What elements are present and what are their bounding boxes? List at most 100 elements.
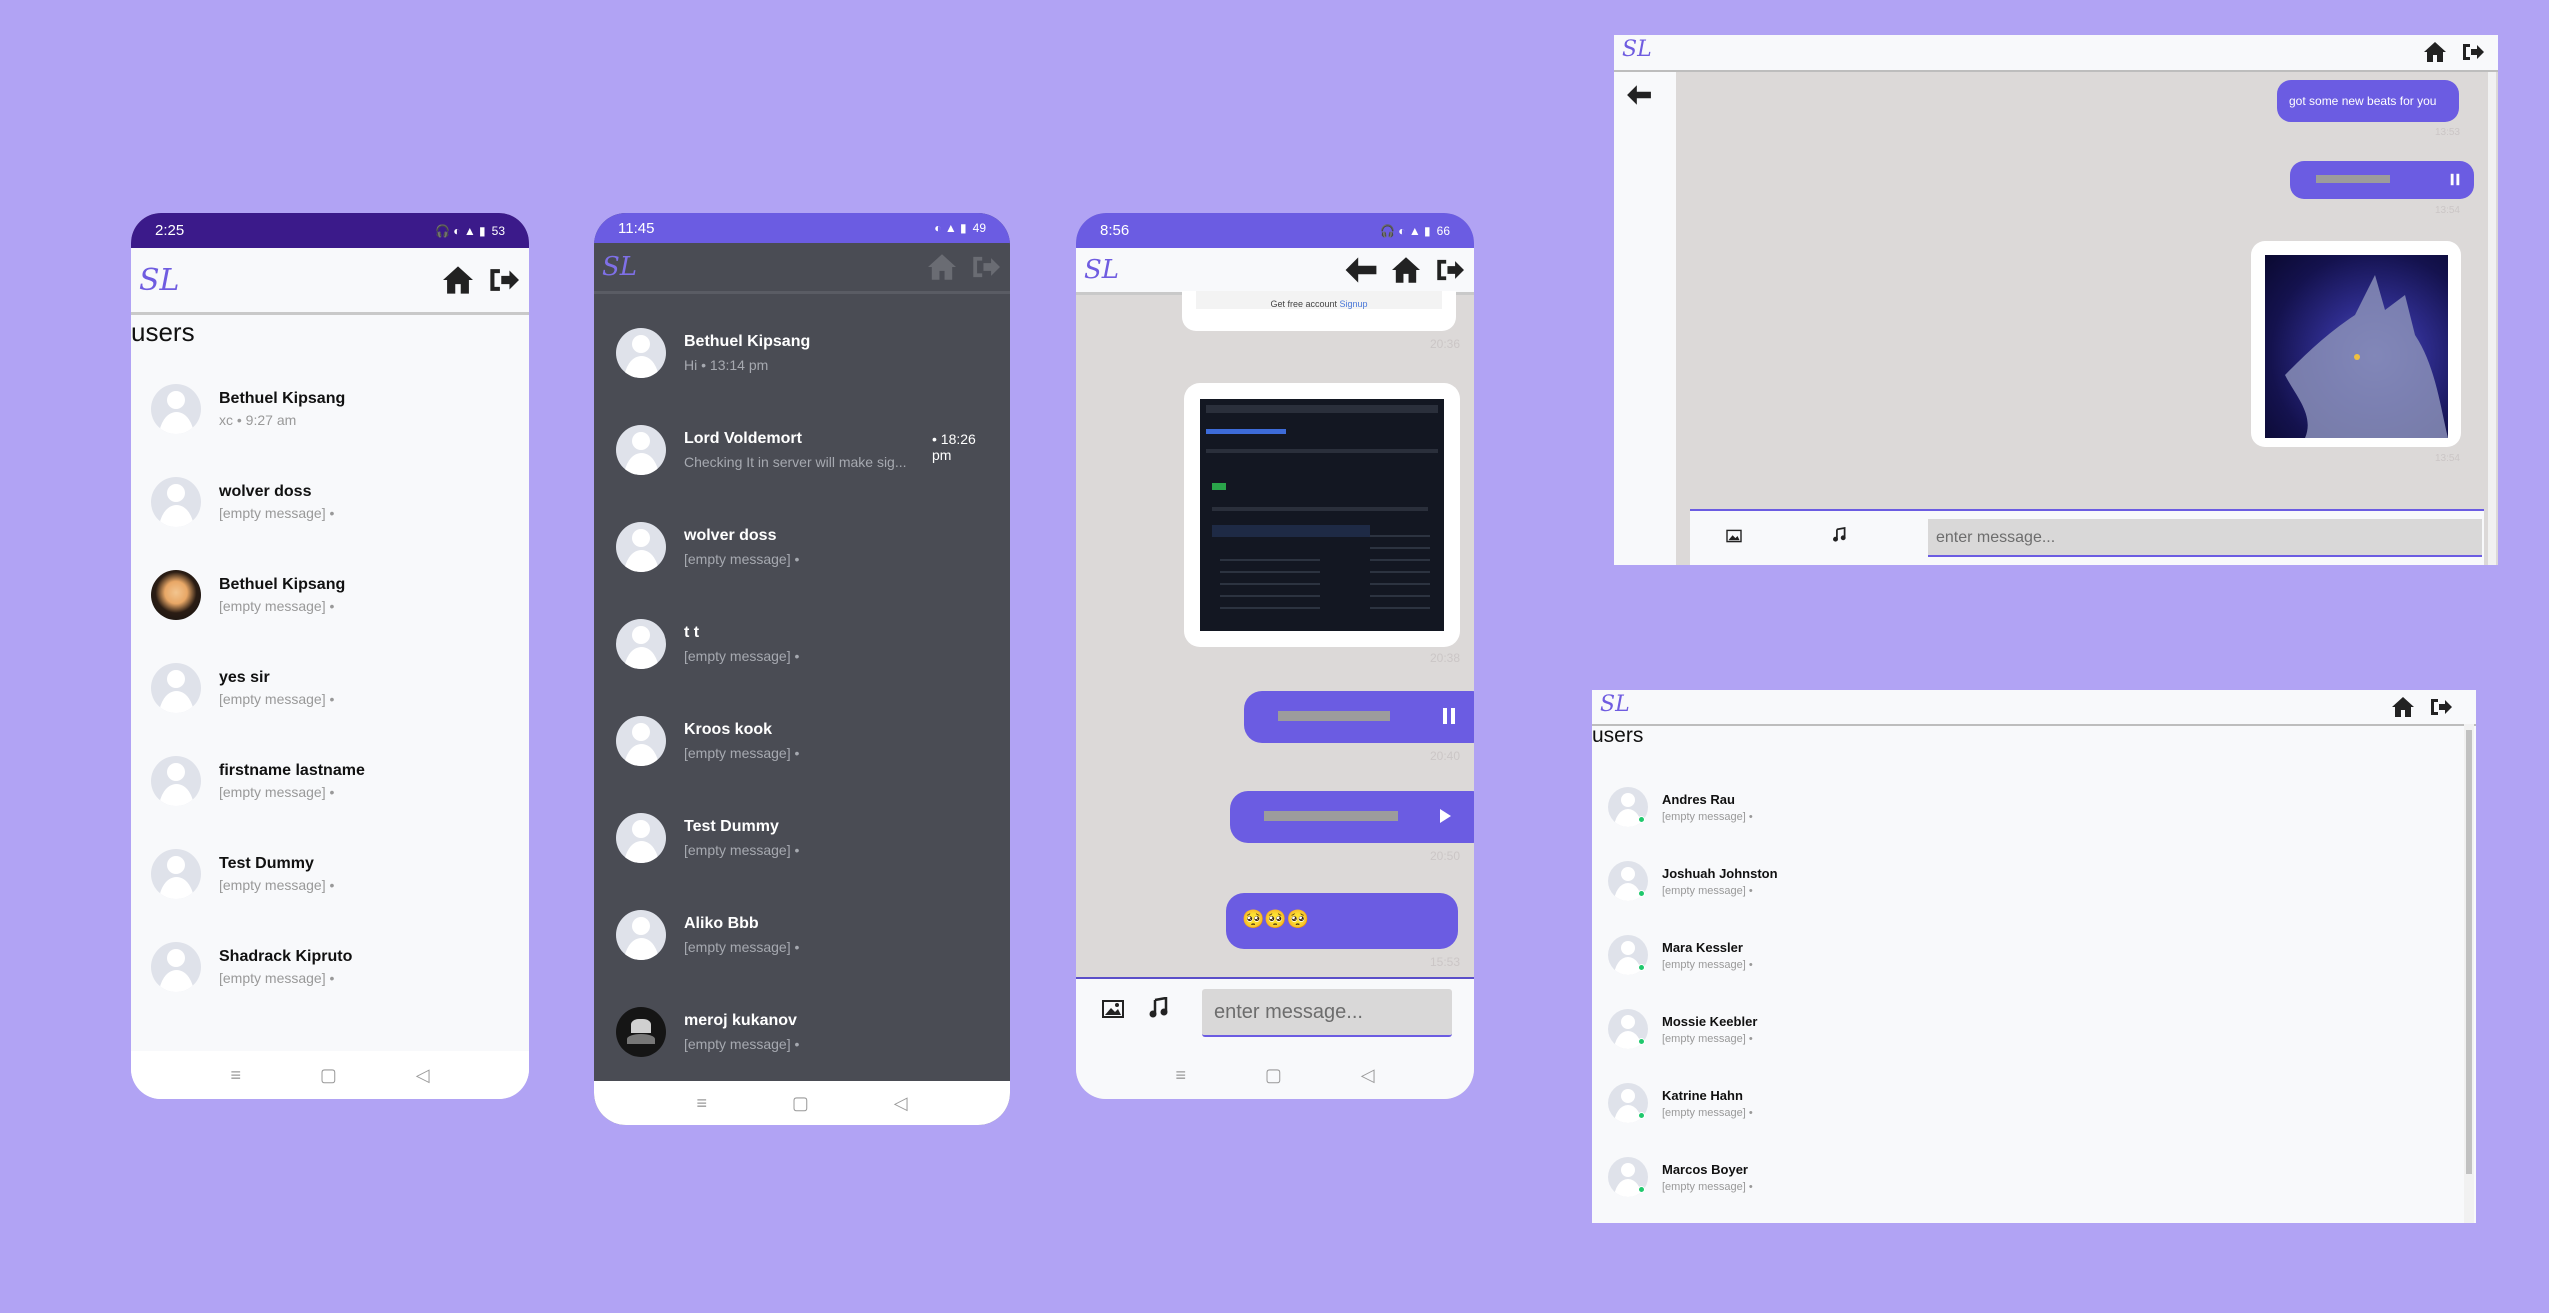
pause-icon[interactable] [1442,707,1456,725]
app-logo[interactable]: SL [1618,37,1652,62]
logout-icon[interactable] [2460,41,2486,63]
image-message[interactable] [2251,241,2461,447]
chat-list-item[interactable]: Lord Voldemort Checking It in server will… [594,401,1010,498]
user-name: Shadrack Kipruto [219,947,353,965]
avatar[interactable] [616,327,666,378]
audio-waveform [1278,711,1390,721]
chat-list-item[interactable]: Kroos kook [empty message] • [594,692,1010,789]
logout-icon[interactable] [970,253,1002,281]
user-list-item[interactable]: Joshuah Johnston [empty message] • [1608,844,2428,918]
logout-icon[interactable] [1434,256,1466,284]
user-list-item[interactable]: Katrine Hahn [empty message] • [1608,1066,2428,1140]
user-list-item[interactable]: Bethuel Kipsang xc • 9:27 am [131,362,529,455]
app-logo[interactable]: SL [135,263,179,298]
back-arrow-icon[interactable] [1344,256,1378,284]
avatar[interactable] [616,424,666,475]
chat-name: Test Dummy [684,817,779,835]
user-list-item[interactable]: firstname lastname [empty message] • [131,734,529,827]
user-list-item[interactable]: Mossie Keebler [empty message] • [1608,992,2428,1066]
status-icons: ◐ ▲ ▮ 49 [934,221,986,235]
back-nav-button[interactable]: ◁ [416,1065,430,1086]
avatar[interactable] [616,1006,666,1057]
avatar[interactable] [151,662,201,713]
user-list-item[interactable]: Shadrack Kipruto [empty message] • [131,920,529,1013]
chat-list-item[interactable]: Aliko Bbb [empty message] • [594,886,1010,983]
avatar[interactable] [151,755,201,806]
user-name: wolver doss [219,482,312,500]
avatar[interactable] [151,569,201,620]
image-message-top[interactable]: Get free account Signup [1182,291,1456,331]
user-list-item[interactable]: Andres Rau [empty message] • [1608,770,2428,844]
status-bar: 11:45 ◐ ▲ ▮ 49 [594,213,1010,243]
recents-button[interactable]: ≡ [230,1065,241,1086]
chat-list-item[interactable]: wolver doss [empty message] • [594,498,1010,595]
message-input[interactable]: enter message... [1202,989,1452,1037]
user-list-item[interactable]: Bethuel Kipsang [empty message] • [131,548,529,641]
home-nav-button[interactable]: ▢ [792,1093,809,1114]
play-icon[interactable] [1438,807,1452,825]
recents-button[interactable]: ≡ [1175,1065,1186,1086]
user-list-item[interactable]: yes sir [empty message] • [131,641,529,734]
app-logo[interactable]: SL [1080,255,1119,285]
screenshot-tabs [1206,449,1438,453]
music-note-icon[interactable] [1832,527,1846,543]
scrollbar[interactable] [2488,72,2496,565]
home-icon[interactable] [2390,696,2416,718]
scrollbar[interactable] [2464,724,2474,1223]
home-nav-button[interactable]: ▢ [1265,1065,1282,1086]
music-note-icon[interactable] [1148,997,1168,1019]
pause-icon[interactable] [2450,173,2460,186]
recents-button[interactable]: ≡ [696,1093,707,1114]
text-message[interactable]: got some new beats for you [2277,80,2459,122]
avatar[interactable] [616,521,666,572]
back-nav-button[interactable]: ◁ [1361,1065,1375,1086]
audio-message-paused[interactable] [2290,161,2474,199]
home-icon[interactable] [2422,41,2448,63]
home-icon[interactable] [1390,256,1422,284]
user-last-message: [empty message] • [219,876,335,893]
avatar[interactable] [616,618,666,669]
logout-icon[interactable] [487,265,521,295]
user-last-message: xc • 9:27 am [219,411,297,428]
app-logo[interactable]: SL [598,252,637,282]
user-list-item[interactable]: Test Dummy [empty message] • [131,827,529,920]
top-image-crop: Get free account Signup [1196,291,1442,309]
audio-message-paused[interactable] [1244,691,1474,743]
message-input[interactable]: enter message... [1928,519,2482,557]
avatar[interactable] [616,715,666,766]
avatar[interactable] [151,941,201,992]
home-icon[interactable] [441,265,475,295]
chat-list-item[interactable]: Bethuel Kipsang Hi • 13:14 pm [594,304,1010,401]
avatar[interactable] [616,909,666,960]
home-icon[interactable] [926,253,958,281]
chat-list-item[interactable]: Test Dummy [empty message] • [594,789,1010,886]
user-name: Bethuel Kipsang [219,389,346,407]
user-list-item[interactable]: wolver doss [empty message] • [131,455,529,548]
app-bar: SL [1614,35,2498,72]
home-nav-button[interactable]: ▢ [320,1065,337,1086]
user-list-item[interactable]: Mara Kessler [empty message] • [1608,918,2428,992]
chat-name: Aliko Bbb [684,914,759,932]
chat-last-message: [empty message] • [684,647,800,664]
user-name: Mossie Keebler [1662,1013,1758,1029]
image-icon[interactable] [1102,999,1124,1019]
back-nav-button[interactable]: ◁ [894,1093,908,1114]
image-icon[interactable] [1726,529,1742,543]
user-last-message: [empty message] • [1662,958,1753,971]
back-arrow-icon[interactable] [1626,84,1652,106]
message-area: Get free account Signup 20:36 20:38 20:4… [1076,291,1474,975]
avatar[interactable] [151,476,201,527]
emoji-message[interactable]: 🥺🥺🥺 [1226,893,1458,949]
logout-icon[interactable] [2428,696,2454,718]
avatar[interactable] [616,812,666,863]
image-message-screenshot[interactable] [1184,383,1460,647]
online-indicator [1638,1038,1645,1045]
user-list-item[interactable]: Marcos Boyer [empty message] • [1608,1140,2428,1214]
avatar[interactable] [151,848,201,899]
avatar[interactable] [151,383,201,434]
chat-list-item[interactable]: meroj kukanov [empty message] • [594,983,1010,1080]
scrollbar-thumb[interactable] [2466,730,2472,1174]
app-logo[interactable]: SL [1596,692,1630,717]
audio-message[interactable] [1230,791,1474,843]
chat-list-item[interactable]: t t [empty message] • [594,595,1010,692]
